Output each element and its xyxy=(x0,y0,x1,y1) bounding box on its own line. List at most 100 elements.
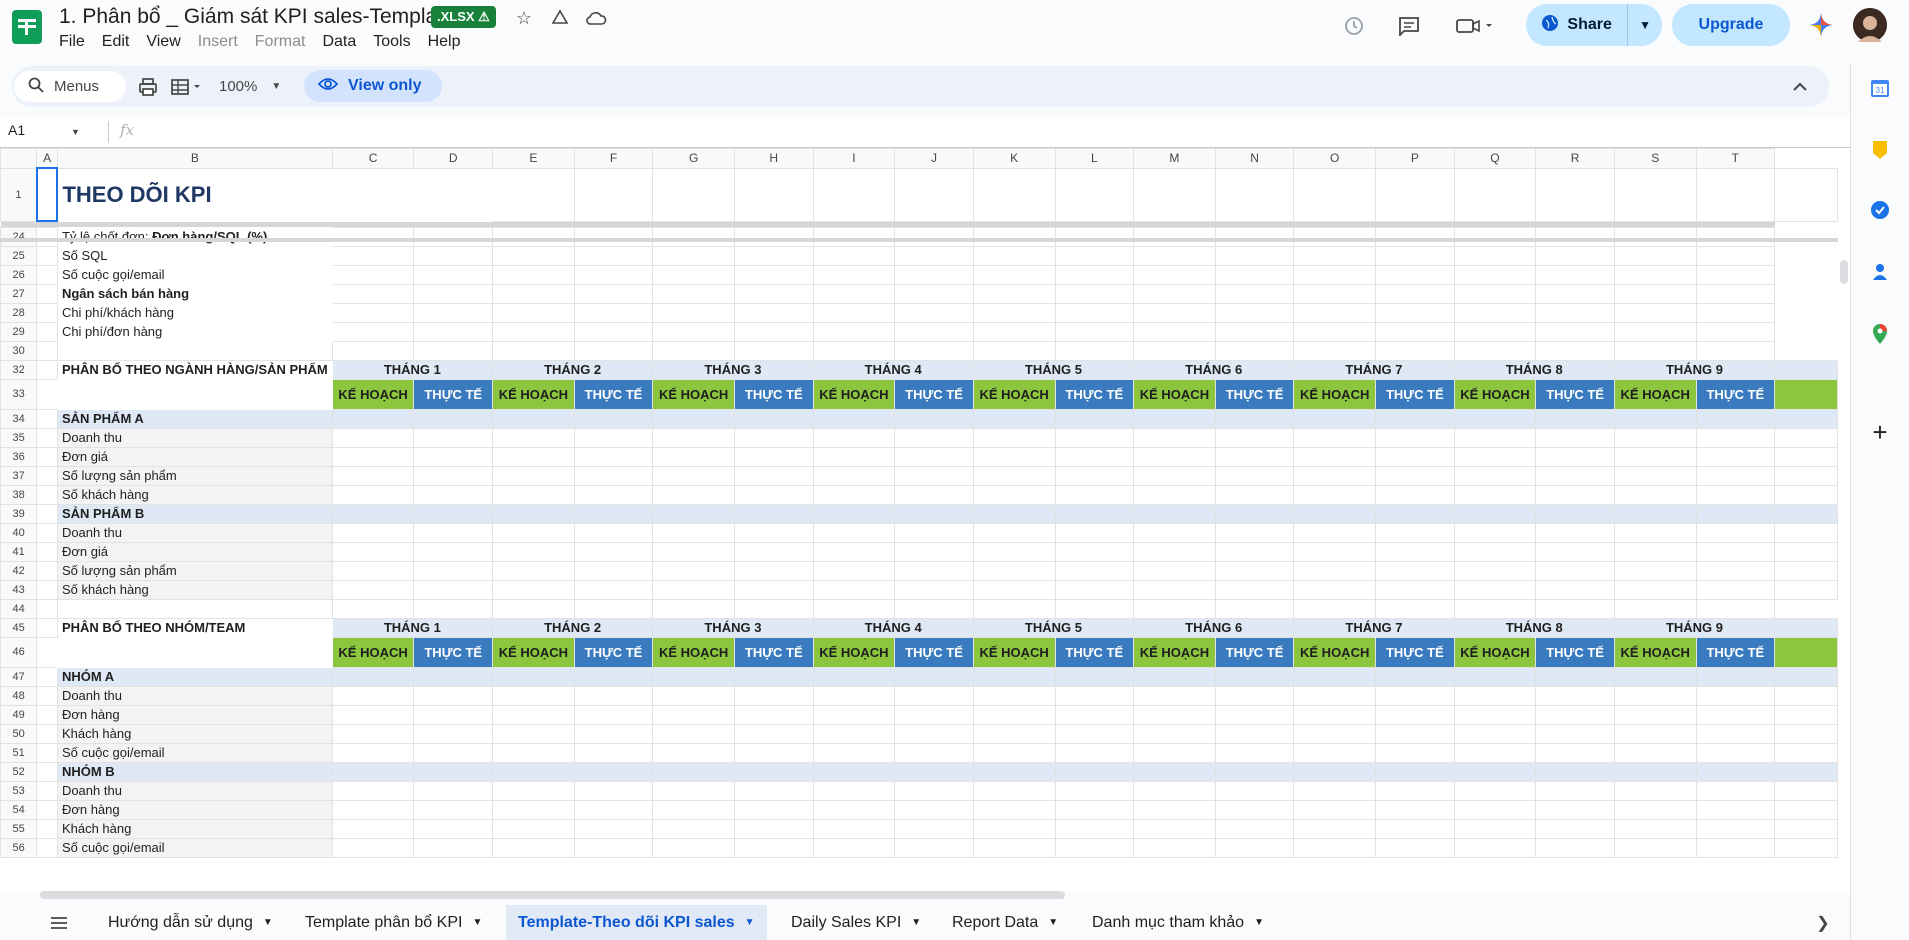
data-cell[interactable] xyxy=(413,522,493,543)
kpi-cell[interactable] xyxy=(1453,321,1537,342)
account-avatar[interactable] xyxy=(1853,8,1887,42)
row-header[interactable]: 44 xyxy=(0,598,38,619)
tab-report-data[interactable]: Report Data ▼ xyxy=(952,905,1058,940)
row-header[interactable]: 27 xyxy=(0,283,38,304)
data-cell[interactable] xyxy=(1214,704,1295,725)
data-cell[interactable] xyxy=(1695,742,1776,763)
data-cell[interactable] xyxy=(1774,742,1838,763)
cell[interactable] xyxy=(733,167,814,222)
kpi-cell[interactable] xyxy=(1453,264,1537,285)
data-cell[interactable] xyxy=(894,560,974,581)
data-cell[interactable] xyxy=(1054,465,1135,486)
kpi-cell[interactable] xyxy=(413,321,493,342)
data-cell[interactable] xyxy=(413,541,493,562)
group-cell[interactable] xyxy=(1133,761,1216,782)
kpi-cell[interactable] xyxy=(1054,264,1135,285)
kpi-cell[interactable] xyxy=(1293,321,1377,342)
group-cell[interactable] xyxy=(652,666,735,687)
data-cell[interactable] xyxy=(1133,465,1216,486)
kpi-cell[interactable] xyxy=(1133,264,1216,285)
kpi-cell[interactable] xyxy=(1535,264,1615,285)
move-to-drive-icon[interactable] xyxy=(548,6,572,30)
data-cell[interactable] xyxy=(331,446,415,467)
data-cell[interactable] xyxy=(331,704,415,725)
kpi-cell[interactable] xyxy=(1453,245,1537,266)
data-cell[interactable] xyxy=(1375,522,1455,543)
group-cell[interactable] xyxy=(1774,761,1838,782)
data-cell[interactable] xyxy=(733,818,814,839)
tab-daily-sales[interactable]: Daily Sales KPI ▼ xyxy=(791,905,921,940)
data-cell[interactable] xyxy=(1054,742,1135,763)
group-cell[interactable] xyxy=(1774,408,1838,429)
collapse-toolbar-icon[interactable] xyxy=(1792,71,1808,102)
cell[interactable] xyxy=(1535,598,1615,619)
data-cell[interactable] xyxy=(894,465,974,486)
data-cell[interactable] xyxy=(331,723,415,744)
kpi-cell[interactable] xyxy=(413,302,493,323)
data-cell[interactable] xyxy=(1695,704,1776,725)
data-cell[interactable] xyxy=(1453,818,1537,839)
data-cell[interactable] xyxy=(331,484,415,505)
kpi-cell[interactable] xyxy=(733,302,814,323)
data-cell[interactable] xyxy=(1613,723,1697,744)
cell[interactable] xyxy=(894,598,974,619)
cell[interactable] xyxy=(1774,167,1838,222)
row-header[interactable]: 26 xyxy=(0,264,38,285)
kpi-cell[interactable] xyxy=(1453,302,1537,323)
kpi-cell[interactable] xyxy=(894,283,974,304)
data-cell[interactable] xyxy=(1695,723,1776,744)
data-cell[interactable] xyxy=(413,579,493,600)
kpi-cell[interactable] xyxy=(652,226,735,247)
kpi-cell[interactable] xyxy=(972,302,1056,323)
data-cell[interactable] xyxy=(413,484,493,505)
kpi-cell[interactable] xyxy=(1133,283,1216,304)
upgrade-button[interactable]: Upgrade xyxy=(1672,4,1790,46)
data-cell[interactable] xyxy=(1695,818,1776,839)
kpi-cell[interactable] xyxy=(1535,226,1615,247)
data-cell[interactable] xyxy=(1375,427,1455,448)
data-cell[interactable] xyxy=(1214,837,1295,858)
kpi-cell[interactable] xyxy=(1054,245,1135,266)
data-cell[interactable] xyxy=(1695,484,1776,505)
data-cell[interactable] xyxy=(1375,541,1455,562)
kpi-cell[interactable] xyxy=(1535,245,1615,266)
kpi-cell[interactable] xyxy=(1613,283,1697,304)
group-cell[interactable] xyxy=(1214,761,1295,782)
kpi-cell[interactable] xyxy=(733,245,814,266)
kpi-cell[interactable] xyxy=(1214,264,1295,285)
data-cell[interactable] xyxy=(413,560,493,581)
group-cell[interactable] xyxy=(1293,761,1377,782)
cell[interactable] xyxy=(331,340,415,361)
data-cell[interactable] xyxy=(1054,446,1135,467)
kpi-cell[interactable] xyxy=(1054,321,1135,342)
group-cell[interactable] xyxy=(331,761,415,782)
data-cell[interactable] xyxy=(1214,484,1295,505)
group-cell[interactable] xyxy=(894,408,974,429)
data-cell[interactable] xyxy=(331,818,415,839)
cell[interactable] xyxy=(492,167,575,222)
maps-icon[interactable] xyxy=(1866,320,1894,348)
data-cell[interactable] xyxy=(894,799,974,820)
data-cell[interactable] xyxy=(573,685,654,706)
kpi-cell[interactable] xyxy=(812,264,896,285)
data-cell[interactable] xyxy=(652,541,735,562)
row-header[interactable]: 46 xyxy=(0,636,38,668)
group-cell[interactable] xyxy=(1774,666,1838,687)
data-cell[interactable] xyxy=(1133,685,1216,706)
menu-edit[interactable]: Edit xyxy=(102,33,130,51)
cell[interactable] xyxy=(1453,167,1537,222)
group-cell[interactable] xyxy=(413,761,493,782)
data-cell[interactable] xyxy=(1774,704,1838,725)
comments-icon[interactable] xyxy=(1395,12,1423,40)
data-cell[interactable] xyxy=(413,704,493,725)
data-cell[interactable] xyxy=(573,446,654,467)
data-cell[interactable] xyxy=(492,742,575,763)
cell[interactable] xyxy=(1054,340,1135,361)
cell[interactable] xyxy=(1293,167,1377,222)
column-header[interactable]: P xyxy=(1375,148,1455,169)
kpi-cell[interactable] xyxy=(1214,245,1295,266)
data-cell[interactable] xyxy=(573,799,654,820)
data-cell[interactable] xyxy=(1774,780,1838,801)
group-cell[interactable] xyxy=(573,408,654,429)
data-cell[interactable] xyxy=(1293,579,1377,600)
